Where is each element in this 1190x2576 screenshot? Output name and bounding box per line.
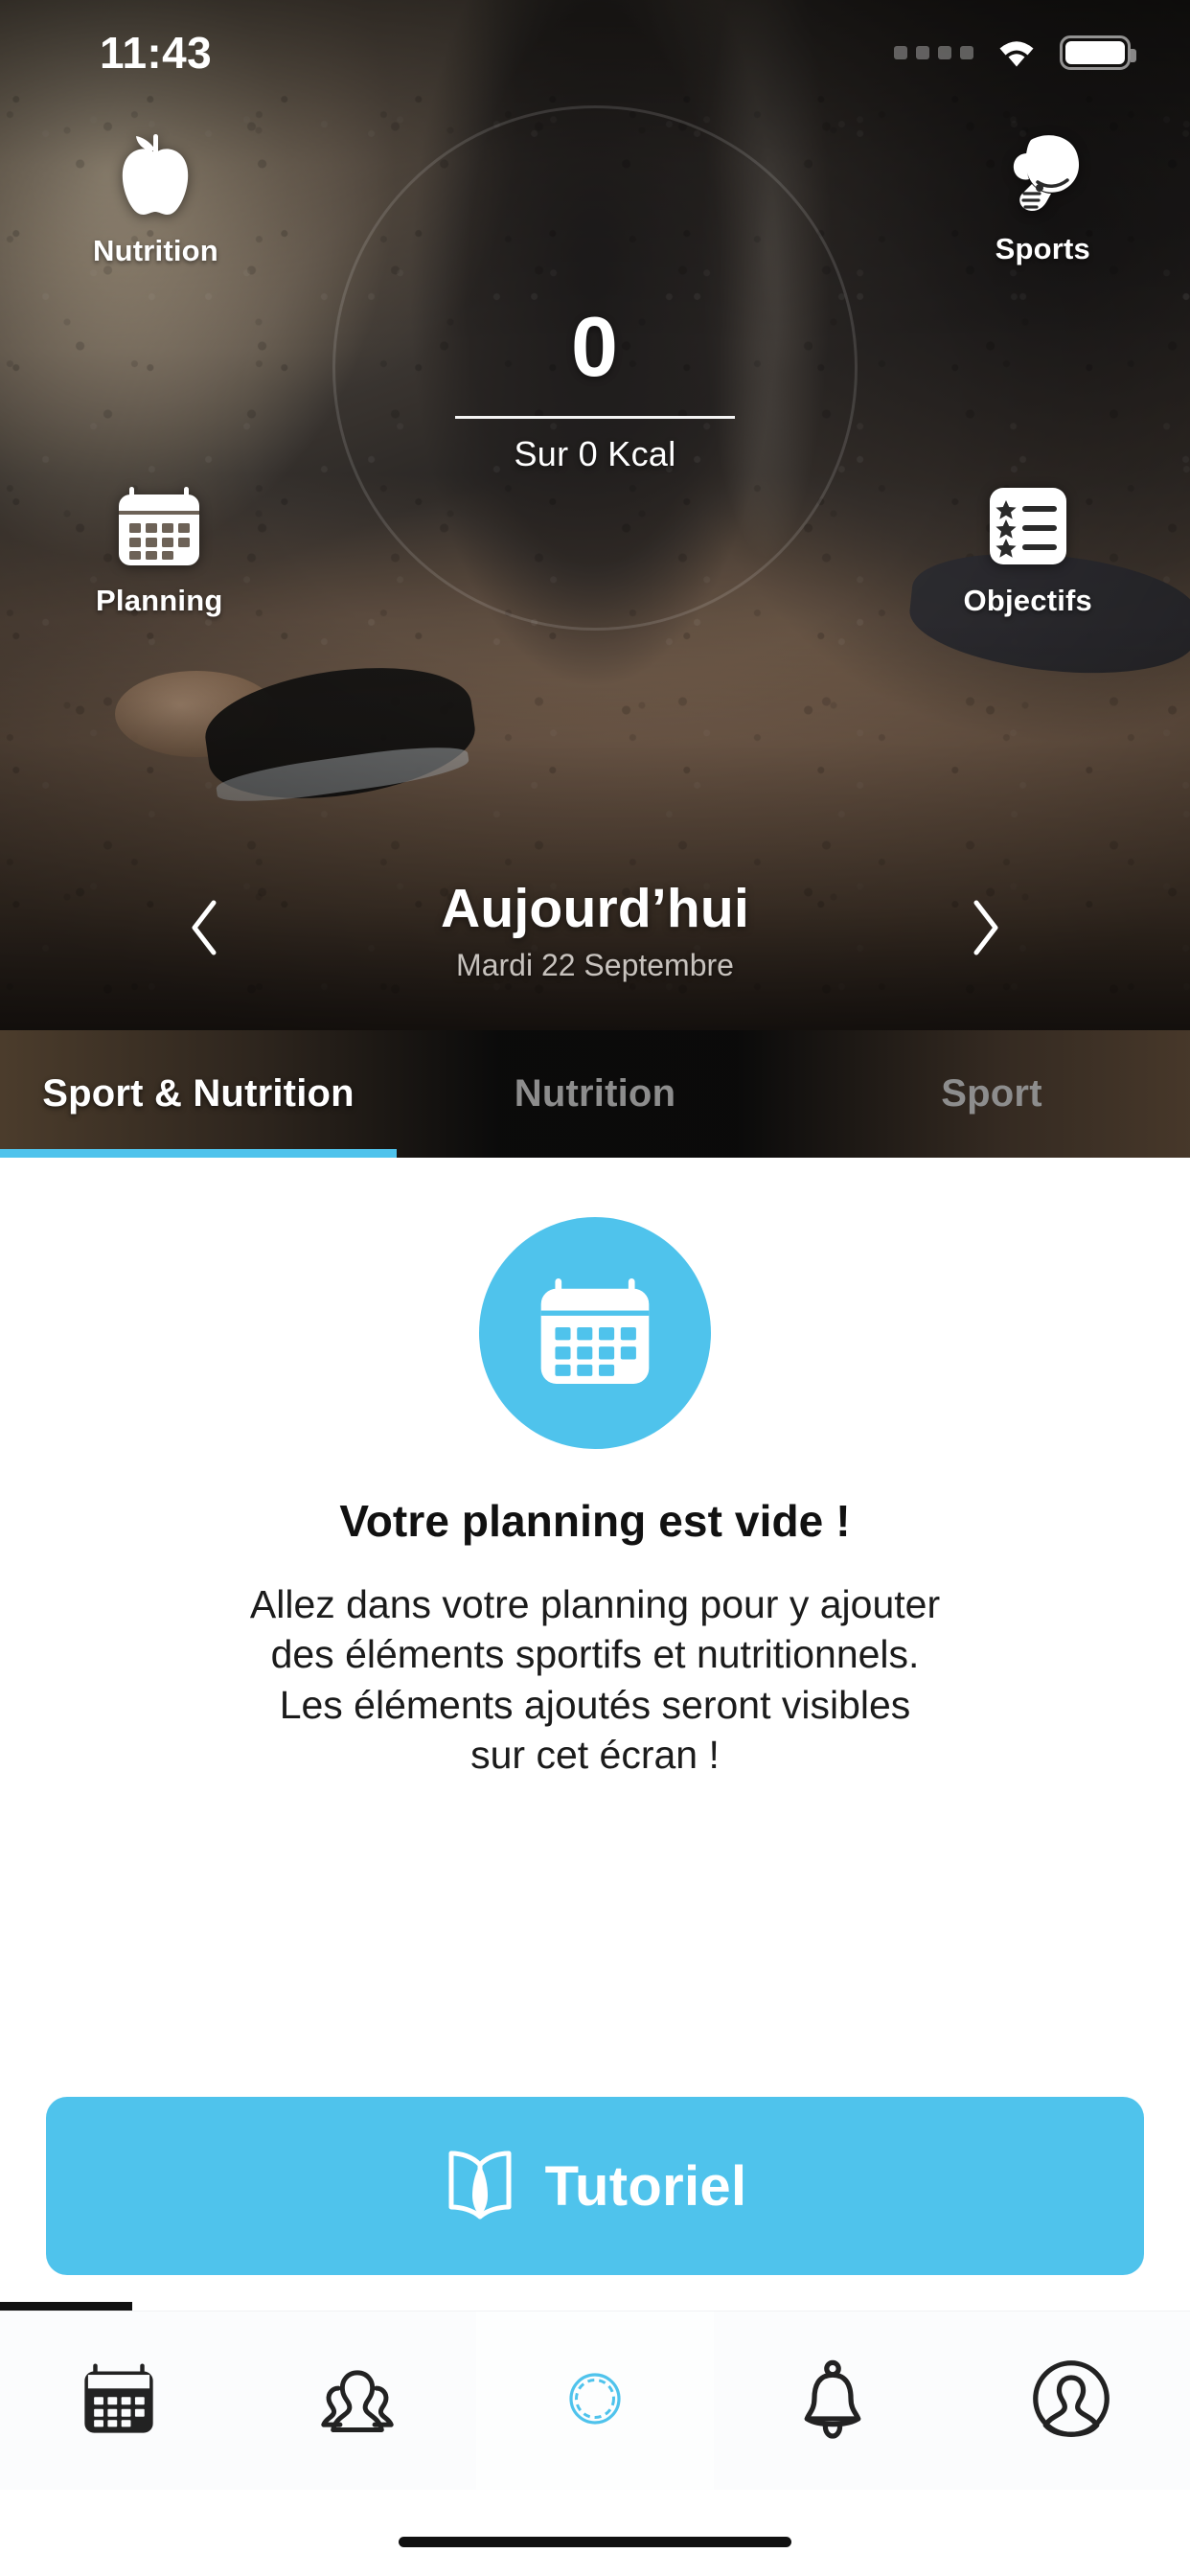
empty-state-line-2: des éléments sportifs et nutritionnels.: [270, 1632, 920, 1677]
tile-sports[interactable]: Sports: [995, 128, 1090, 266]
empty-state-line-3: Les éléments ajoutés seront visibles: [279, 1682, 911, 1727]
calorie-divider: [455, 416, 735, 419]
tab-sport-label: Sport: [941, 1072, 1042, 1115]
date-subtitle: Mardi 22 Septembre: [456, 948, 734, 982]
tutorial-button-label: Tutoriel: [544, 2154, 747, 2218]
tab-sport-nutrition-label: Sport & Nutrition: [42, 1072, 355, 1115]
calendar-icon: [115, 484, 203, 568]
calorie-summary: 0 Sur 0 Kcal: [0, 305, 1190, 474]
tab-sport-nutrition[interactable]: Sport & Nutrition: [0, 1030, 397, 1158]
date-display: Aujourd’hui Mardi 22 Septembre: [441, 877, 749, 983]
signal-dots-icon: [894, 46, 973, 59]
calendar-icon: [536, 1275, 654, 1392]
empty-state-line-4: sur cet écran !: [470, 1733, 720, 1778]
calorie-value: 0: [571, 299, 619, 394]
empty-state-title: Votre planning est vide !: [339, 1496, 851, 1546]
people-group-icon: [312, 2362, 402, 2440]
tile-nutrition-label: Nutrition: [93, 234, 218, 267]
boxing-glove-icon: [998, 128, 1087, 217]
nav-item-profile[interactable]: [952, 2312, 1190, 2490]
nav-item-notifications[interactable]: [714, 2312, 951, 2490]
bottom-navigation-bar: [0, 2311, 1190, 2490]
battery-full-icon: [1060, 35, 1136, 70]
apple-icon: [115, 128, 195, 218]
star-list-icon: [986, 484, 1070, 568]
tab-active-underline: [0, 1149, 397, 1158]
chevron-right-icon: [969, 898, 1003, 962]
calendar-filled-icon: [80, 2360, 158, 2442]
tile-planning-label: Planning: [96, 584, 223, 617]
nav-item-activity-ring[interactable]: [475, 2312, 715, 2490]
date-title: Aujourd’hui: [441, 878, 749, 939]
tile-objectifs[interactable]: Objectifs: [964, 484, 1092, 618]
tab-nutrition-label: Nutrition: [514, 1072, 676, 1115]
wifi-icon: [995, 36, 1039, 69]
status-bar-indicators: [894, 35, 1136, 70]
status-bar-time: 11:43: [100, 28, 213, 78]
empty-state-description: Allez dans votre planning pour y ajouter…: [135, 1579, 1055, 1781]
previous-day-button[interactable]: [171, 897, 238, 964]
home-indicator[interactable]: [399, 2537, 791, 2547]
open-book-icon: [444, 2148, 516, 2225]
status-left-marker: [0, 2302, 132, 2311]
bell-icon: [794, 2358, 871, 2444]
nav-item-community[interactable]: [238, 2312, 475, 2490]
date-navigator: Aujourd’hui Mardi 22 Septembre: [0, 877, 1190, 983]
calorie-goal-label: Sur 0 Kcal: [514, 434, 676, 473]
nav-item-planning[interactable]: [0, 2312, 238, 2490]
tutorial-button[interactable]: Tutoriel: [46, 2097, 1144, 2275]
tile-planning[interactable]: Planning: [96, 484, 223, 618]
tab-bar: Sport & Nutrition Nutrition Sport: [0, 1030, 1190, 1158]
user-circle-icon: [1031, 2358, 1111, 2444]
next-day-button[interactable]: [952, 897, 1019, 964]
tab-sport[interactable]: Sport: [793, 1030, 1190, 1158]
empty-state-line-1: Allez dans votre planning pour y ajouter: [249, 1582, 941, 1626]
tile-sports-label: Sports: [995, 232, 1090, 265]
empty-state-icon-badge: [479, 1217, 711, 1449]
tile-objectifs-label: Objectifs: [963, 584, 1092, 617]
tile-nutrition[interactable]: Nutrition: [93, 128, 218, 268]
status-bar: 11:43: [0, 0, 1190, 105]
ring-loader-icon: [565, 2369, 625, 2433]
tab-nutrition[interactable]: Nutrition: [397, 1030, 793, 1158]
chevron-left-icon: [187, 898, 221, 962]
